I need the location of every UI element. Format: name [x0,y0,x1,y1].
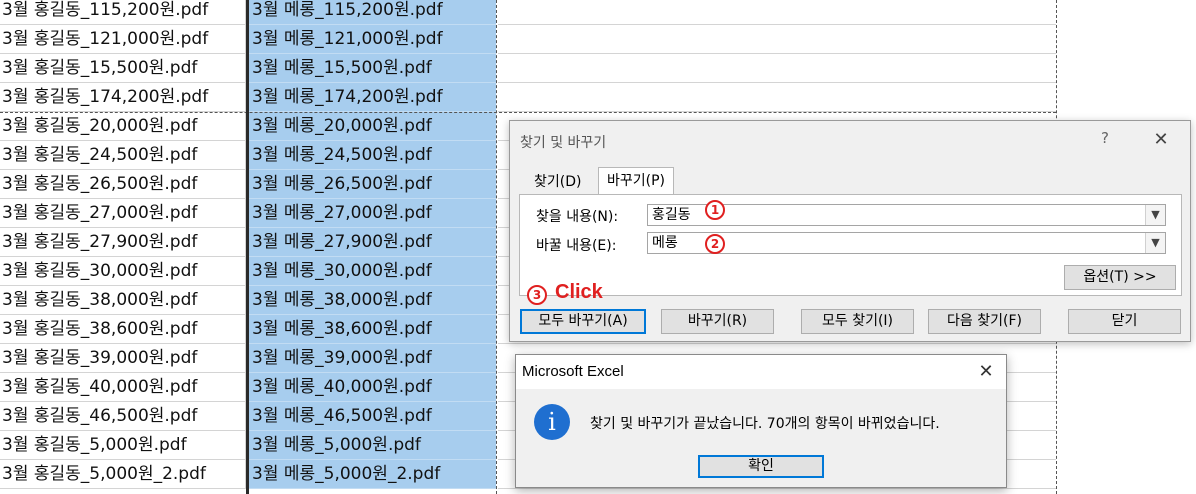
ok-button[interactable]: 확인 [698,455,824,478]
cell-renamed-filename[interactable]: 3월 메롱_27,900원.pdf [248,228,496,257]
cell-renamed-filename[interactable]: 3월 메롱_30,000원.pdf [248,257,496,286]
tab-find[interactable]: 찾기(D) [528,171,587,195]
cell-renamed-filename[interactable]: 3월 메롱_174,200원.pdf [248,83,496,112]
cell-original-filename[interactable]: 3월 홍길동_30,000원.pdf [0,257,246,286]
cell-renamed-filename[interactable]: 3월 메롱_40,000원.pdf [248,373,496,402]
message-box: Microsoft Excel ✕ i 찾기 및 바꾸기가 끝났습니다. 70개… [515,354,1007,488]
info-icon: i [534,404,570,440]
close-button[interactable]: 닫기 [1068,309,1181,334]
cell-original-filename[interactable]: 3월 홍길동_24,500원.pdf [0,141,246,170]
replace-button[interactable]: 바꾸기(R) [661,309,774,334]
step-3-marker: 3 [527,285,547,305]
replace-tab-panel: 찾을 내용(N): 홍길동 ▼ 1 바꿀 내용(E): 메롱 ▼ 2 옵션(T)… [519,194,1182,296]
cell-original-filename[interactable]: 3월 홍길동_5,000원.pdf [0,431,246,460]
replace-with-value: 메롱 [652,235,678,251]
find-all-button[interactable]: 모두 찾기(I) [801,309,914,334]
click-annotation: Click [555,281,603,303]
table-row: 3월 홍길동_121,000원.pdf 3월 메롱_121,000원.pdf [0,25,1060,54]
page-break-vertical [496,0,497,494]
cell-renamed-filename[interactable]: 3월 메롱_39,000원.pdf [248,344,496,373]
cell-renamed-filename[interactable]: 3월 메롱_115,200원.pdf [248,0,496,25]
cell-empty[interactable] [498,54,1056,83]
find-next-button[interactable]: 다음 찾기(F) [928,309,1041,334]
find-what-label: 찾을 내용(N): [536,209,619,225]
cell-original-filename[interactable]: 3월 홍길동_40,000원.pdf [0,373,246,402]
cell-renamed-filename[interactable]: 3월 메롱_15,500원.pdf [248,54,496,83]
cell-renamed-filename[interactable]: 3월 메롱_46,500원.pdf [248,402,496,431]
replace-all-button[interactable]: 모두 바꾸기(A) [520,309,646,334]
cell-original-filename[interactable]: 3월 홍길동_20,000원.pdf [0,112,246,141]
find-replace-dialog: 찾기 및 바꾸기 ? ✕ 찾기(D) 바꾸기(P) 찾을 내용(N): 홍길동 … [509,120,1191,342]
cell-original-filename[interactable]: 3월 홍길동_38,600원.pdf [0,315,246,344]
replace-with-label: 바꿀 내용(E): [536,238,617,254]
cell-renamed-filename[interactable]: 3월 메롱_38,000원.pdf [248,286,496,315]
column-border [246,0,249,494]
cell-original-filename[interactable]: 3월 홍길동_5,000원_2.pdf [0,460,246,489]
cell-original-filename[interactable]: 3월 홍길동_39,000원.pdf [0,344,246,373]
cell-renamed-filename[interactable]: 3월 메롱_26,500원.pdf [248,170,496,199]
cell-renamed-filename[interactable]: 3월 메롱_5,000원_2.pdf [248,460,496,489]
cell-original-filename[interactable]: 3월 홍길동_174,200원.pdf [0,83,246,112]
dialog-title: 찾기 및 바꾸기 [520,135,607,151]
table-row: 3월 홍길동_15,500원.pdf 3월 메롱_15,500원.pdf [0,54,1060,83]
step-1-marker: 1 [705,200,725,220]
tab-replace[interactable]: 바꾸기(P) [598,167,675,195]
close-icon[interactable]: ✕ [1148,127,1174,153]
close-icon[interactable]: ✕ [972,359,1000,385]
cell-original-filename[interactable]: 3월 홍길동_27,900원.pdf [0,228,246,257]
cell-original-filename[interactable]: 3월 홍길동_115,200원.pdf [0,0,246,25]
help-icon[interactable]: ? [1095,129,1115,151]
cell-renamed-filename[interactable]: 3월 메롱_24,500원.pdf [248,141,496,170]
message-box-body: i 찾기 및 바꾸기가 끝났습니다. 70개의 항목이 바뀌었습니다. 확인 [516,389,1006,487]
message-box-title: Microsoft Excel [522,363,624,380]
find-what-value: 홍길동 [652,207,691,223]
table-row: 3월 홍길동_115,200원.pdf 3월 메롱_115,200원.pdf [0,0,1060,25]
cell-renamed-filename[interactable]: 3월 메롱_5,000원.pdf [248,431,496,460]
cell-original-filename[interactable]: 3월 홍길동_15,500원.pdf [0,54,246,83]
cell-original-filename[interactable]: 3월 홍길동_46,500원.pdf [0,402,246,431]
cell-original-filename[interactable]: 3월 홍길동_121,000원.pdf [0,25,246,54]
chevron-down-icon[interactable]: ▼ [1145,205,1165,225]
table-row: 3월 홍길동_174,200원.pdf 3월 메롱_174,200원.pdf [0,83,1060,112]
message-text: 찾기 및 바꾸기가 끝났습니다. 70개의 항목이 바뀌었습니다. [590,416,940,432]
cell-original-filename[interactable]: 3월 홍길동_27,000원.pdf [0,199,246,228]
cell-renamed-filename[interactable]: 3월 메롱_38,600원.pdf [248,315,496,344]
cell-renamed-filename[interactable]: 3월 메롱_27,000원.pdf [248,199,496,228]
cell-original-filename[interactable]: 3월 홍길동_38,000원.pdf [0,286,246,315]
chevron-down-icon[interactable]: ▼ [1145,233,1165,253]
cell-renamed-filename[interactable]: 3월 메롱_121,000원.pdf [248,25,496,54]
page-break-line [0,112,1056,113]
cell-original-filename[interactable]: 3월 홍길동_26,500원.pdf [0,170,246,199]
cell-empty[interactable] [498,0,1056,25]
cell-empty[interactable] [498,25,1056,54]
options-button[interactable]: 옵션(T) >> [1064,265,1176,290]
cell-renamed-filename[interactable]: 3월 메롱_20,000원.pdf [248,112,496,141]
cell-empty[interactable] [498,83,1056,112]
step-2-marker: 2 [705,234,725,254]
